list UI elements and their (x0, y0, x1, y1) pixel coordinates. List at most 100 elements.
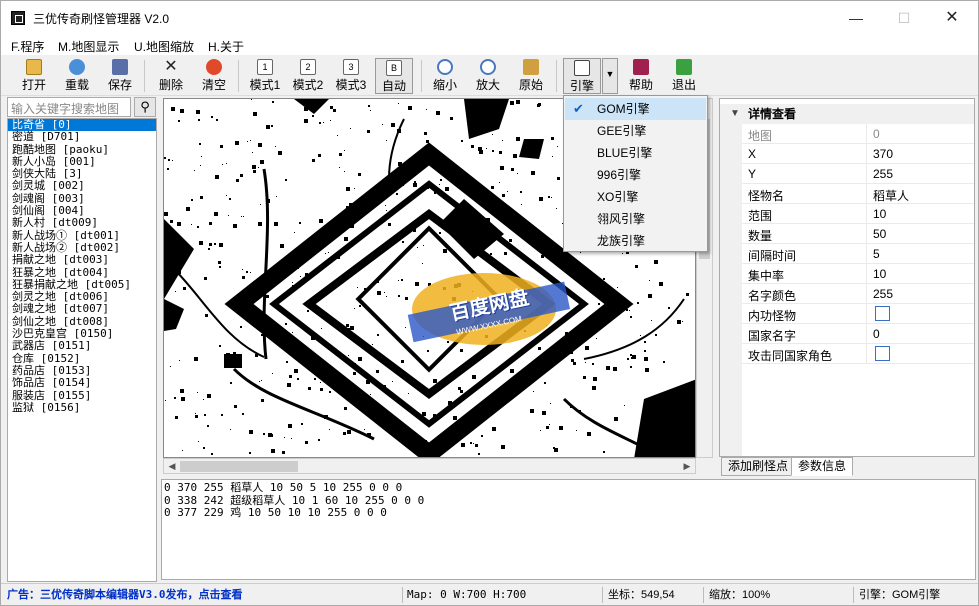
property-row[interactable]: 集中率 10 (742, 264, 974, 284)
property-row[interactable]: 数量 50 (742, 224, 974, 244)
property-row[interactable]: 间隔时间 5 (742, 244, 974, 264)
property-section-header[interactable]: ▼ 详情查看 (720, 104, 974, 124)
menu-map-display[interactable]: M.地图显示 (58, 38, 119, 55)
engine-menu-item[interactable]: 龙族引擎 (565, 230, 706, 252)
property-value[interactable]: 370 (866, 144, 974, 163)
zoom-out-button[interactable]: 缩小 (429, 58, 461, 94)
mode1-button[interactable]: 1 模式1 (247, 58, 283, 94)
mode2-button[interactable]: 2 模式2 (290, 58, 326, 94)
app-icon (11, 11, 25, 25)
engine-button[interactable]: 引擎 (563, 58, 601, 94)
zoom-in-button[interactable]: 放大 (472, 58, 504, 94)
output-line: 0 377 229 鸡 10 50 10 10 255 0 0 0 (164, 506, 387, 519)
property-value[interactable]: 0 (866, 324, 974, 343)
toolbar-separator (556, 60, 557, 92)
property-value[interactable]: 50 (866, 224, 974, 243)
toolbar-separator (238, 60, 239, 92)
scroll-left-icon[interactable]: ◀ (164, 459, 180, 473)
minimize-button[interactable]: — (833, 1, 879, 35)
auto-button[interactable]: B 自动 (375, 58, 413, 94)
property-value[interactable] (866, 304, 974, 323)
maximize-button[interactable]: ☐ (881, 1, 927, 35)
tab-params[interactable]: 参数信息 (791, 457, 854, 476)
property-value[interactable]: 稻草人 (866, 184, 974, 203)
engine-menu-item[interactable]: 996引擎 (565, 164, 706, 186)
mode3-button[interactable]: 3 模式3 (333, 58, 369, 94)
zoom-in-icon (480, 59, 496, 75)
property-gutter (720, 124, 742, 456)
tab-add-spawn[interactable]: 添加刷怪点 (721, 457, 796, 476)
property-key: 攻击同国家角色 (748, 349, 833, 363)
property-value[interactable]: 0 (866, 124, 974, 143)
property-row[interactable]: 怪物名 稻草人 (742, 184, 974, 204)
map-list[interactable]: 比奇省 [0] 密道 [D701] 跑酷地图 [paoku] 新人小岛 [001] 剑侠… (7, 118, 157, 582)
property-value[interactable] (866, 344, 974, 363)
property-checkbox[interactable] (875, 346, 890, 361)
original-size-button[interactable]: 原始 (515, 58, 547, 94)
ad-link[interactable]: 广告：三优传奇脚本编辑器V3.0发布，点击查看 (7, 587, 243, 603)
exit-button[interactable]: 退出 (668, 58, 700, 94)
engine-menu-item[interactable]: XO引擎 (565, 186, 706, 208)
delete-button[interactable]: ✕ 删除 (155, 58, 187, 94)
engine-menu-label: 翎风引擎 (597, 212, 646, 226)
map-list-item[interactable]: 剑魂之地 [dt007] (8, 303, 156, 316)
property-checkbox[interactable] (875, 306, 890, 321)
map-list-item[interactable]: 监狱 [0156] (8, 401, 156, 414)
engine-menu-item[interactable]: ✔ GOM引擎 (565, 98, 706, 120)
mode3-icon: 3 (343, 59, 359, 75)
property-value[interactable]: 255 (866, 164, 974, 183)
open-button[interactable]: 打开 (18, 58, 50, 94)
toolbar-separator (144, 60, 145, 92)
property-row[interactable]: 范围 10 (742, 204, 974, 224)
property-value[interactable]: 10 (866, 204, 974, 223)
map-list-item[interactable]: 服装店 [0155] (8, 389, 156, 402)
map-list-item[interactable]: 剑灵城 [002] (8, 180, 156, 193)
property-key: 内功怪物 (748, 309, 797, 323)
property-row[interactable]: 名字颜色 255 (742, 284, 974, 304)
engine-menu-item[interactable]: BLUE引擎 (565, 142, 706, 164)
property-row[interactable]: 攻击同国家角色 (742, 344, 974, 364)
property-value[interactable]: 5 (866, 244, 974, 263)
status-separator (402, 587, 403, 603)
property-value[interactable]: 255 (866, 284, 974, 303)
property-value[interactable]: 10 (866, 264, 974, 283)
save-button[interactable]: 保存 (104, 58, 136, 94)
menu-map-zoom[interactable]: U.地图缩放 (134, 38, 194, 55)
title-bar: 三优传奇刷怪管理器 V2.0 — ☐ ✕ (1, 1, 978, 35)
search-button[interactable]: ⚲ (134, 97, 156, 117)
spawn-output-text[interactable]: 0 370 255 稻草人 10 50 5 10 255 0 0 00 338 … (161, 479, 976, 580)
engine-dropdown-arrow[interactable]: ▼ (602, 58, 618, 94)
engine-menu-label: GEE引擎 (597, 124, 647, 138)
map-list-item[interactable]: 狂暴之地 [dt004] (8, 266, 156, 279)
scroll-right-icon[interactable]: ▶ (679, 459, 695, 473)
property-key: 名字颜色 (748, 289, 797, 303)
window-title: 三优传奇刷怪管理器 V2.0 (33, 12, 170, 26)
engine-menu-item[interactable]: GEE引擎 (565, 120, 706, 142)
status-map-info: Map: 0 W:700 H:700 (407, 588, 527, 601)
engine-menu-label: GOM引擎 (597, 102, 650, 116)
property-row[interactable]: Y 255 (742, 164, 974, 184)
collapse-chevron-icon[interactable]: ▼ (730, 104, 740, 124)
clear-button[interactable]: 清空 (198, 58, 230, 94)
engine-menu-label: BLUE引擎 (597, 146, 653, 160)
map-list-item[interactable]: 饰品店 [0154] (8, 376, 156, 389)
status-separator (853, 587, 854, 603)
engine-menu-item[interactable]: 翎风引擎 (565, 208, 706, 230)
property-row[interactable]: 国家名字 0 (742, 324, 974, 344)
property-row[interactable]: 地图 0 (742, 124, 974, 144)
close-button[interactable]: ✕ (929, 1, 975, 35)
reload-button[interactable]: 重载 (61, 58, 93, 94)
menu-program[interactable]: F.程序 (11, 38, 44, 55)
map-list-item[interactable]: 新人村 [dt009] (8, 217, 156, 230)
property-row[interactable]: 内功怪物 (742, 304, 974, 324)
map-list-item[interactable]: 武器店 [0151] (8, 340, 156, 353)
property-row[interactable]: X 370 (742, 144, 974, 164)
map-list-item[interactable]: 捐献之地 [dt003] (8, 253, 156, 266)
menu-about[interactable]: H.关于 (208, 38, 244, 55)
mode2-icon: 2 (300, 59, 316, 75)
map-horizontal-scrollbar[interactable]: ◀ ▶ (163, 458, 696, 474)
scroll-thumb[interactable] (180, 461, 298, 472)
help-button[interactable]: 帮助 (625, 58, 657, 94)
map-list-item[interactable]: 密道 [D701] (8, 130, 156, 143)
map-search-input[interactable]: 输入关键字搜索地图 (7, 97, 131, 117)
